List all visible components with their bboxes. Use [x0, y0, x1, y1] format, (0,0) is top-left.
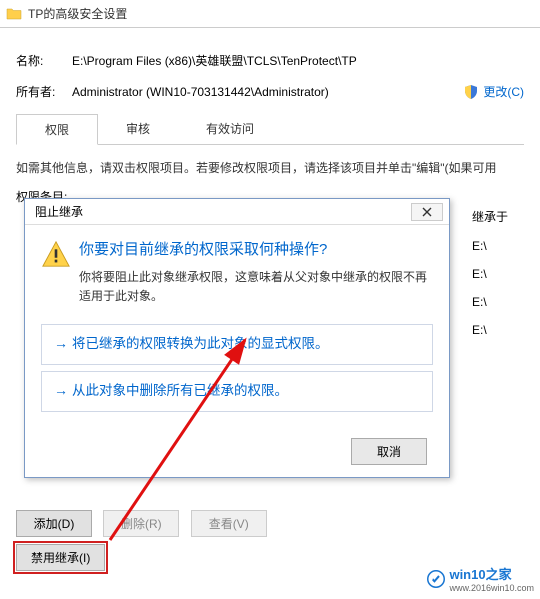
owner-value: Administrator (WIN10-703131442\Administr… [72, 85, 453, 99]
close-icon [422, 207, 432, 217]
arrow-right-icon: → [54, 382, 72, 401]
change-owner-link[interactable]: 更改(C) [483, 83, 524, 100]
tab-auditing[interactable]: 审核 [98, 114, 178, 144]
name-value: E:\Program Files (x86)\英雄联盟\TCLS\TenProt… [72, 52, 524, 69]
watermark-url: www.2016win10.com [449, 583, 534, 593]
window-titlebar: TP的高级安全设置 [0, 0, 540, 28]
owner-label: 所有者: [16, 83, 72, 100]
button-row-2: 禁用继承(I) [16, 544, 113, 571]
dialog-close-button[interactable] [411, 203, 443, 221]
instructions-text: 如需其他信息，请双击权限项目。若要修改权限项目，请选择该项目并单击"编辑"(如果… [16, 159, 524, 178]
inherited-from-header: 继承于 [472, 208, 532, 225]
block-inheritance-dialog: 阻止继承 你要对目前继承的权限采取何种操作? 你将要阻止此对象继承权限，这意味着… [24, 198, 450, 478]
option-remove-inherited[interactable]: → 从此对象中删除所有已继承的权限。 [41, 371, 433, 412]
add-button[interactable]: 添加(D) [16, 510, 92, 537]
button-row-1: 添加(D) 删除(R) 查看(V) [16, 510, 275, 537]
dialog-main-text: 你要对目前继承的权限采取何种操作? [79, 239, 433, 260]
name-label: 名称: [16, 52, 72, 69]
warning-icon [41, 239, 79, 318]
folder-icon [6, 6, 22, 22]
window-body: 名称: E:\Program Files (x86)\英雄联盟\TCLS\Ten… [0, 28, 540, 205]
shield-icon [463, 84, 479, 100]
option-text: 将已继承的权限转换为此对象的显式权限。 [72, 335, 420, 354]
arrow-right-icon: → [54, 335, 72, 354]
option-text: 从此对象中删除所有已继承的权限。 [72, 382, 420, 401]
tab-effective-access[interactable]: 有效访问 [178, 114, 282, 144]
dialog-sub-text: 你将要阻止此对象继承权限，这意味着从父对象中继承的权限不再适用于此对象。 [79, 268, 433, 306]
list-item[interactable]: E:\ [472, 267, 532, 281]
tab-permissions[interactable]: 权限 [16, 114, 98, 145]
watermark: win10之家 www.2016win10.com [427, 564, 534, 593]
inherited-from-column: 继承于 E:\ E:\ E:\ E:\ [472, 208, 532, 351]
list-item[interactable]: E:\ [472, 323, 532, 337]
tabs: 权限 审核 有效访问 [16, 114, 524, 145]
dialog-title: 阻止继承 [35, 203, 83, 220]
option-convert-inherited[interactable]: → 将已继承的权限转换为此对象的显式权限。 [41, 324, 433, 365]
dialog-titlebar: 阻止继承 [25, 199, 449, 225]
window-title: TP的高级安全设置 [28, 5, 127, 22]
remove-button: 删除(R) [103, 510, 179, 537]
disable-inheritance-button[interactable]: 禁用继承(I) [16, 544, 105, 571]
watermark-logo-icon [427, 570, 445, 588]
view-button: 查看(V) [191, 510, 267, 537]
list-item[interactable]: E:\ [472, 239, 532, 253]
cancel-button[interactable]: 取消 [351, 438, 427, 465]
watermark-brand: win10之家 [449, 564, 534, 583]
list-item[interactable]: E:\ [472, 295, 532, 309]
